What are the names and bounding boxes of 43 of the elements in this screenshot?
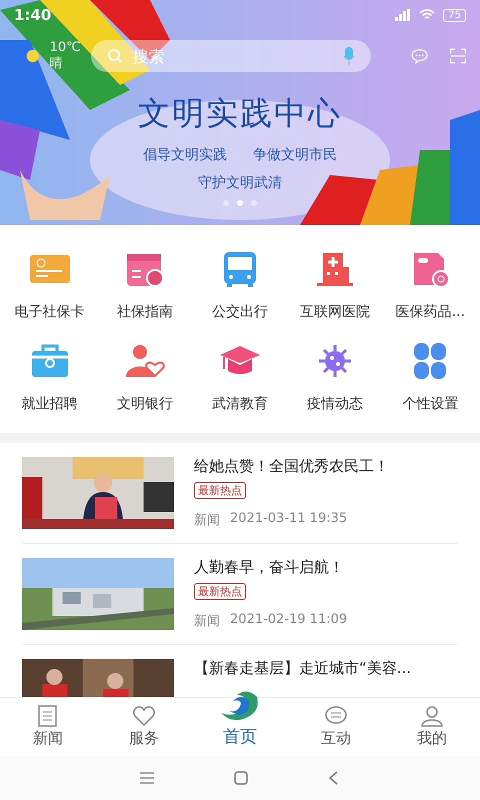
nav-tab[interactable]: 新闻 <box>0 698 96 756</box>
nav-tab[interactable]: 服务 <box>96 698 192 756</box>
search-field[interactable]: 搜索 <box>90 40 371 72</box>
nav-tab[interactable]: 首页 <box>192 682 288 756</box>
microphone-icon[interactable] <box>342 47 355 65</box>
news-date: 2021-02-19 11:09 <box>230 612 348 629</box>
search-input[interactable]: 搜索 <box>130 46 335 66</box>
nav-tab[interactable]: 我的 <box>384 698 480 756</box>
service-label[interactable]: 电子社保卡 <box>14 303 85 321</box>
battery-indicator: 75 <box>443 8 466 22</box>
weather-text: 晴 <box>50 56 64 72</box>
service-label[interactable]: 疫情动态 <box>307 395 364 413</box>
news-date: 2021-03-11 19:35 <box>230 511 348 528</box>
menu-icon[interactable] <box>139 772 156 784</box>
service-label[interactable]: 医保药品... <box>396 303 466 321</box>
status-time: 1:40 <box>14 6 52 24</box>
banner-slogan: 守护文明武清 <box>198 174 282 192</box>
news-title[interactable]: 人勤春早，奋斗启航！ <box>194 558 344 577</box>
home-icon[interactable] <box>234 771 248 785</box>
service-label[interactable]: 文明银行 <box>116 395 173 413</box>
news-icon <box>36 705 60 727</box>
news-tag: 最新热点 <box>194 482 246 499</box>
signal-icon <box>395 9 412 21</box>
user-icon <box>420 705 444 727</box>
service-label[interactable]: 就业招聘 <box>22 395 78 413</box>
service-label[interactable]: 公交出行 <box>212 303 268 321</box>
service-label[interactable]: 互联网医院 <box>300 303 370 321</box>
wifi-icon <box>419 9 436 21</box>
news-title[interactable]: 【新春走基层】走近城市“美容... <box>194 659 412 678</box>
service-label[interactable]: 个性设置 <box>402 395 458 413</box>
heart-icon <box>132 705 156 727</box>
news-category: 新闻 <box>194 512 220 529</box>
service-label[interactable]: 武清教育 <box>212 395 268 413</box>
banner-slogan: 倡导文明实践 <box>143 146 227 164</box>
temperature: 10℃ <box>50 40 81 56</box>
banner-title: 文明实践中心 <box>137 93 343 134</box>
nav-tab[interactable]: 互动 <box>288 698 384 756</box>
service-label[interactable]: 社保指南 <box>116 303 173 321</box>
banner-slogan: 争做文明市民 <box>253 146 337 164</box>
search-icon <box>106 48 123 64</box>
news-tag: 最新热点 <box>194 583 246 600</box>
news-title[interactable]: 给她点赞！全国优秀农民工！ <box>194 457 389 476</box>
news-category: 新闻 <box>194 613 220 630</box>
